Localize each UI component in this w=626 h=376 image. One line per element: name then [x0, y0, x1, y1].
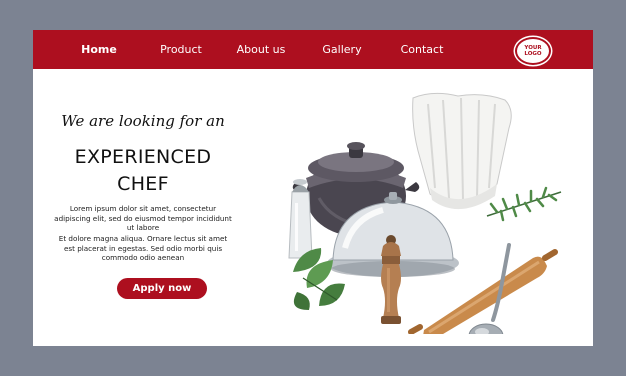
hero-paragraph-1: Lorem ipsum dolor sit amet, consectetur …	[54, 204, 232, 232]
top-navbar: Home Product About us Gallery Contact YO…	[33, 30, 593, 69]
nav-product[interactable]: Product	[155, 30, 207, 69]
brand-logo[interactable]: YOUR LOGO	[515, 37, 551, 65]
nav-contact[interactable]: Contact	[397, 30, 447, 69]
kitchen-illustration	[288, 92, 562, 334]
nav-gallery[interactable]: Gallery	[319, 30, 365, 69]
apply-now-button[interactable]: Apply now	[117, 278, 207, 299]
hero-headline: EXPERIENCED CHEF	[53, 144, 233, 198]
headline-line-2: CHEF	[117, 173, 169, 195]
herb-sprig-icon	[486, 186, 562, 222]
logo-text-bottom: LOGO	[524, 51, 542, 57]
pepper-mill-icon	[381, 235, 401, 324]
nav-home[interactable]: Home	[77, 30, 121, 69]
headline-line-1: EXPERIENCED	[74, 146, 212, 168]
hero-tagline: We are looking for an	[61, 112, 225, 130]
hero-paragraph-2: Et dolore magna aliqua. Ornare lectus si…	[58, 234, 228, 262]
landing-card: Home Product About us Gallery Contact YO…	[33, 30, 593, 346]
nav-about-us[interactable]: About us	[233, 30, 289, 69]
chef-hat-icon	[412, 92, 512, 210]
